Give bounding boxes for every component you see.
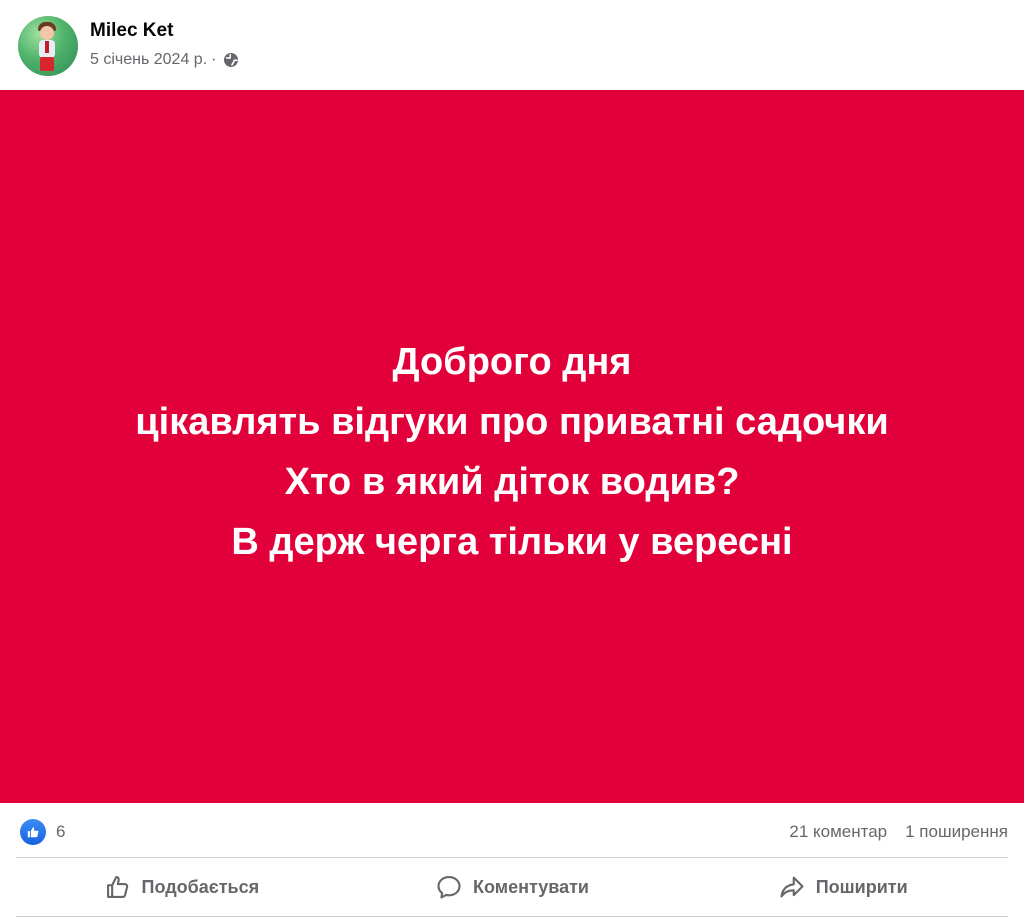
share-label: Поширити — [815, 876, 908, 897]
post-text-line: цікавлять відгуки про приватні садочки — [135, 400, 889, 443]
globe-icon[interactable] — [223, 52, 239, 68]
post-actions: Подобається Коментувати Поширити — [16, 858, 1008, 916]
comments-count[interactable]: 21 коментар — [789, 822, 887, 842]
shares-count[interactable]: 1 поширення — [905, 822, 1008, 842]
avatar[interactable] — [18, 16, 78, 76]
like-label: Подобається — [141, 876, 260, 897]
author-name[interactable]: Milec Ket — [90, 20, 173, 42]
post-stats: 6 21 коментар 1 поширення — [0, 803, 1024, 861]
post-text-line: Хто в який діток водив? — [284, 460, 740, 503]
divider — [16, 916, 1008, 917]
post-meta: 5 січень 2024 р. · — [90, 50, 239, 70]
share-button[interactable]: Поширити — [677, 858, 1008, 916]
post-text-line: В держ черга тільки у вересні — [231, 520, 793, 563]
thumbs-up-icon — [106, 876, 128, 898]
comment-icon — [437, 876, 461, 899]
share-icon — [780, 876, 804, 898]
post-header: Milec Ket 5 січень 2024 р. · — [0, 0, 1024, 90]
reaction-count[interactable]: 6 — [56, 822, 65, 842]
like-button[interactable]: Подобається — [16, 858, 347, 916]
meta-separator: · — [211, 51, 217, 68]
post-text-line: Доброго дня — [392, 340, 632, 383]
comment-button[interactable]: Коментувати — [347, 858, 678, 916]
post-date[interactable]: 5 січень 2024 р. — [90, 51, 207, 69]
like-icon[interactable] — [20, 819, 46, 845]
comment-label: Коментувати — [473, 876, 589, 897]
post-image[interactable]: Доброго дня цікавлять відгуки про приват… — [0, 90, 1024, 803]
